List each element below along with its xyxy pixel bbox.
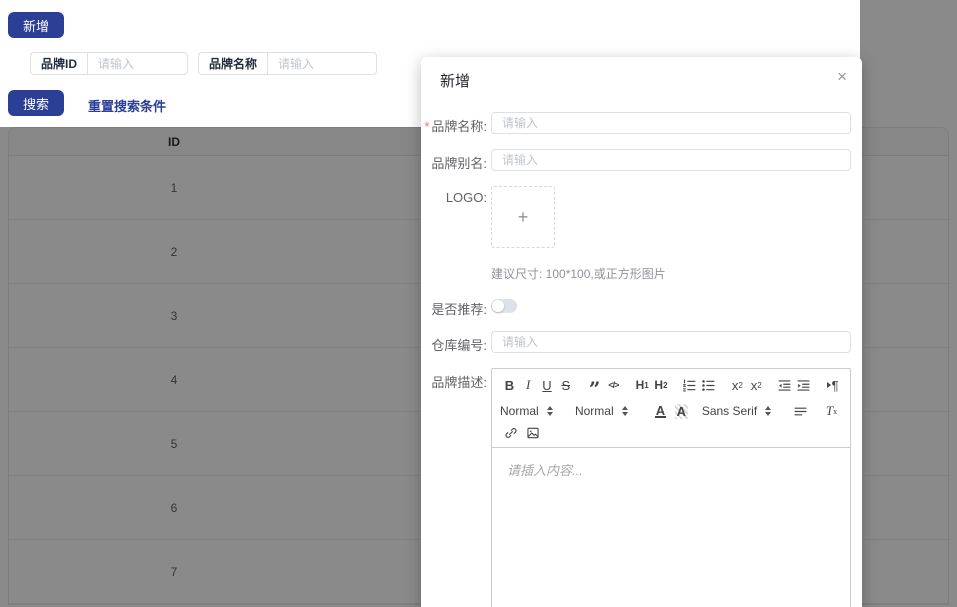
plus-icon: + bbox=[517, 206, 529, 227]
link-icon[interactable] bbox=[500, 423, 522, 443]
underline-button[interactable]: U bbox=[538, 375, 557, 395]
brand-id-filter-label: 品牌ID bbox=[31, 53, 89, 74]
brand-id-filter-input[interactable] bbox=[88, 53, 187, 74]
italic-button[interactable]: I bbox=[519, 375, 538, 395]
ordered-list-icon[interactable] bbox=[680, 375, 699, 395]
brand-name-input[interactable] bbox=[491, 112, 851, 134]
description-label: 品牌描述: bbox=[431, 375, 487, 390]
code-block-icon[interactable]: </> bbox=[604, 375, 623, 395]
header-1-button[interactable]: H1 bbox=[633, 375, 652, 395]
form-row-brand-name: * 品牌名称: bbox=[421, 112, 851, 135]
image-icon[interactable] bbox=[522, 423, 544, 443]
align-icon[interactable] bbox=[790, 401, 811, 421]
background-color-icon[interactable]: A bbox=[671, 401, 692, 421]
required-mark: * bbox=[424, 119, 430, 134]
logo-label: LOGO: bbox=[445, 190, 487, 205]
form-row-description: 品牌描述: B I U S ” </> H 1 H 2 x 2 x 2 ¶ No… bbox=[421, 368, 851, 607]
editor-content-area[interactable]: 请插入内容... bbox=[492, 448, 850, 607]
brand-name-filter-label: 品牌名称 bbox=[199, 53, 269, 74]
brand-name-filter-group: 品牌名称 bbox=[198, 52, 377, 75]
outdent-icon[interactable] bbox=[776, 375, 795, 395]
form-row-recommend: 是否推荐: bbox=[421, 295, 847, 318]
indent-icon[interactable] bbox=[794, 375, 813, 395]
brand-name-label: * 品牌名称: bbox=[424, 119, 487, 134]
brand-alias-input[interactable] bbox=[491, 149, 851, 171]
modal-body: *品牌名称: 品牌别名: LOGO: + 建议尺寸: 100*100 bbox=[421, 91, 862, 607]
rich-text-editor: B I U S ” </> H1 H2 x 2 x 2 ¶ Normal Nor… bbox=[491, 368, 851, 607]
brand-id-filter-group: 品牌ID bbox=[30, 52, 188, 75]
clean-format-button[interactable]: Tx bbox=[821, 401, 842, 421]
warehouse-no-label: 仓库编号: bbox=[431, 338, 487, 353]
modal-header: 新增 × bbox=[421, 57, 862, 91]
warehouse-no-input[interactable] bbox=[491, 331, 851, 353]
font-picker[interactable]: Sans Serif bbox=[702, 404, 776, 418]
brand-name-filter-input[interactable] bbox=[268, 53, 376, 74]
header-2-button[interactable]: H2 bbox=[652, 375, 671, 395]
superscript-button[interactable]: x2 bbox=[747, 375, 766, 395]
recommend-toggle[interactable] bbox=[491, 299, 517, 313]
add-brand-modal: 新增 × *品牌名称: 品牌别名: LOGO: bbox=[421, 57, 862, 607]
brand-alias-label: 品牌别名: bbox=[431, 156, 487, 171]
editor-toolbar: B I U S ” </> H1 H2 x 2 x 2 ¶ Normal Nor… bbox=[492, 369, 850, 448]
reset-search-link[interactable]: 重置搜索条件 bbox=[88, 96, 166, 115]
text-color-icon[interactable]: A bbox=[650, 401, 671, 421]
bullet-list-icon[interactable] bbox=[699, 375, 718, 395]
form-row-warehouse: 仓库编号: bbox=[421, 331, 851, 354]
screen: ID 1234567 新增 品牌ID 品牌名称 搜索 重置搜索条件 新增 × *… bbox=[0, 0, 957, 607]
recommend-label: 是否推荐: bbox=[431, 302, 487, 317]
form-row-brand-alias: 品牌别名: bbox=[421, 149, 851, 172]
logo-upload-box[interactable]: + bbox=[491, 186, 555, 248]
header-picker[interactable]: Normal bbox=[500, 404, 561, 418]
direction-rtl-icon[interactable]: ¶ bbox=[823, 375, 842, 395]
strike-button[interactable]: S bbox=[556, 375, 575, 395]
size-picker[interactable]: Normal bbox=[575, 404, 636, 418]
editor-placeholder: 请插入内容... bbox=[507, 463, 583, 478]
form-row-logo: LOGO: + 建议尺寸: 100*100,或正方形图片 bbox=[421, 186, 847, 282]
subscript-button[interactable]: x2 bbox=[728, 375, 747, 395]
add-button[interactable]: 新增 bbox=[8, 12, 64, 38]
bold-button[interactable]: B bbox=[500, 375, 519, 395]
toggle-knob bbox=[492, 300, 504, 312]
logo-size-hint: 建议尺寸: 100*100,或正方形图片 bbox=[491, 267, 666, 281]
blockquote-icon[interactable]: ” bbox=[585, 375, 604, 399]
search-button[interactable]: 搜索 bbox=[8, 90, 64, 116]
modal-title: 新增 bbox=[440, 73, 471, 90]
close-icon[interactable]: × bbox=[837, 68, 847, 85]
